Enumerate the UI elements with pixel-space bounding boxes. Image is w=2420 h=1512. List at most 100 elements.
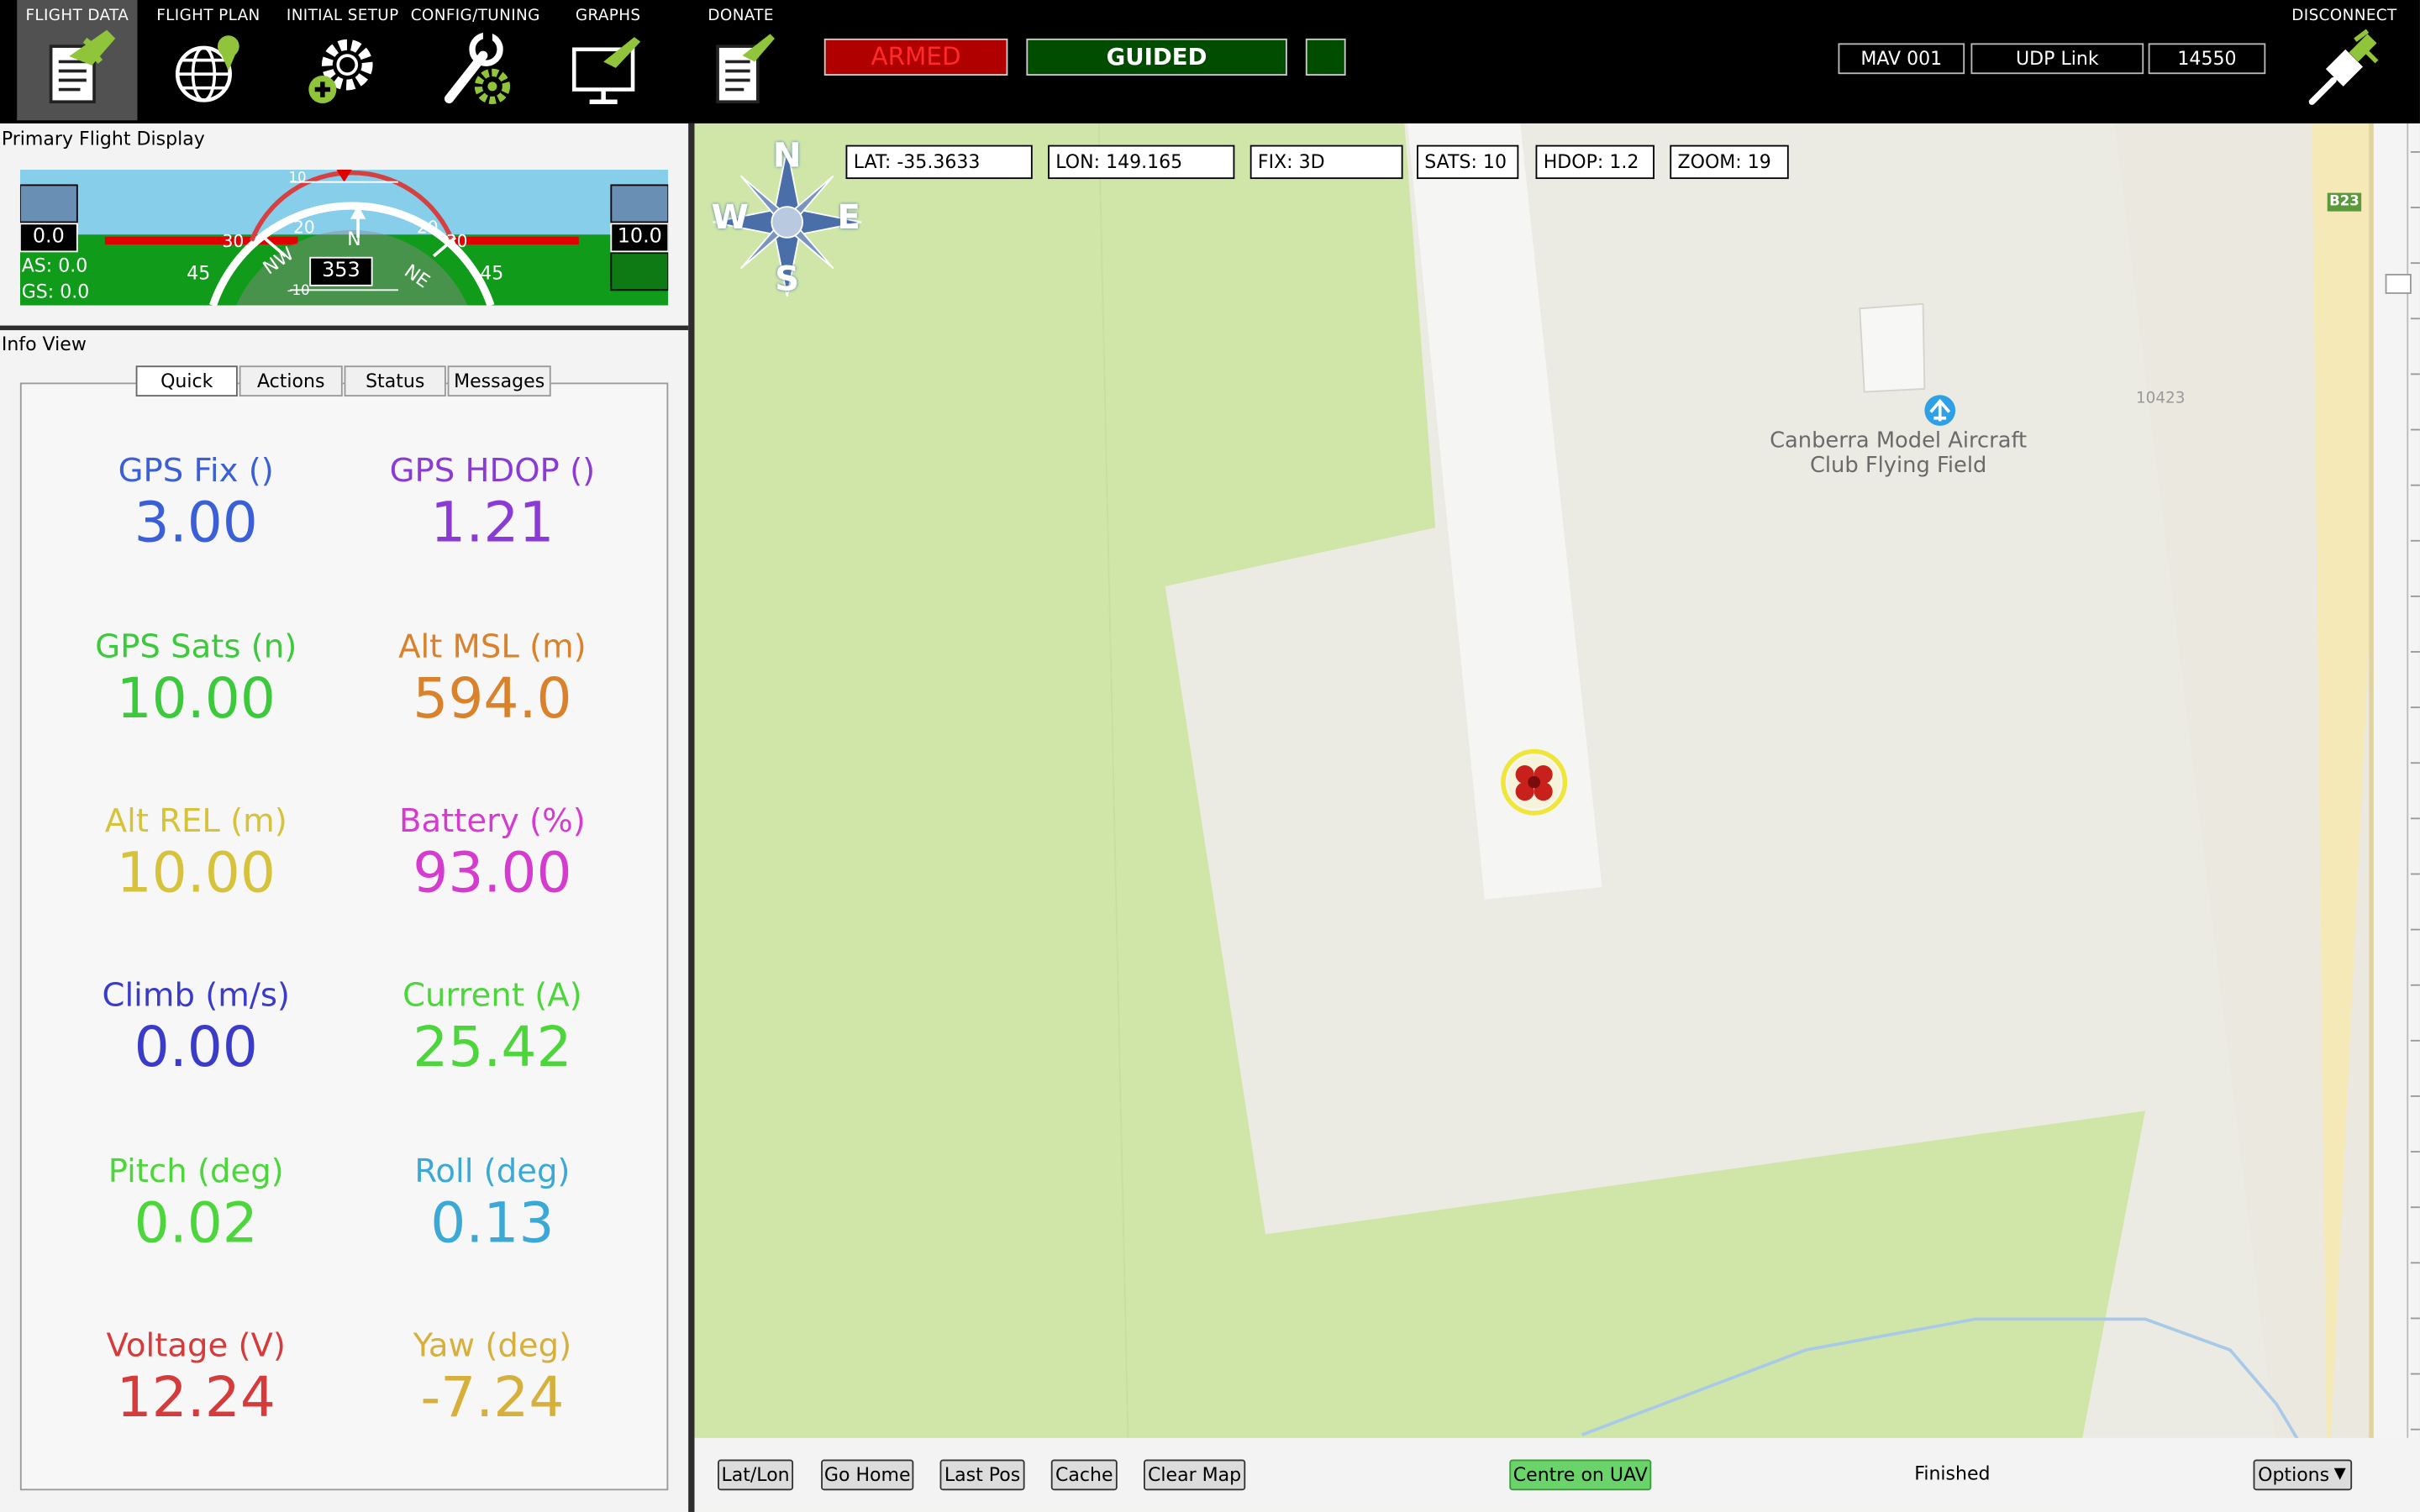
quick-label: Alt REL (m) (104, 802, 287, 840)
centre-on-uav-toggle[interactable]: Centre on UAV (1509, 1459, 1652, 1491)
graphs-icon (571, 37, 641, 104)
menu-graphs[interactable]: GRAPHS (542, 0, 675, 120)
quick-label: Alt MSL (m) (398, 627, 587, 665)
initial-setup-icon (308, 39, 373, 104)
quick-value: 25.42 (413, 1016, 572, 1080)
hud-compass-n: N (347, 228, 361, 250)
compass-w: W (711, 198, 750, 238)
options-label: Options (2258, 1464, 2330, 1486)
info-view-title: Info View (1, 333, 87, 355)
lat-readout: LAT: -35.3633 (845, 144, 1033, 180)
quick-label: Battery (%) (399, 802, 586, 840)
top-menu-bar: FLIGHT DATA FLIGHT PLAN INITIAL SETUP CO… (0, 0, 2420, 123)
hud-roll-45-left: 45 (187, 262, 211, 284)
quick-value: -7.24 (420, 1367, 565, 1431)
zoom-readout: ZOOM: 19 (1670, 144, 1789, 180)
cache-button[interactable]: Cache (1050, 1459, 1118, 1491)
extra-status-box[interactable] (1305, 38, 1346, 76)
panel-divider-vertical[interactable] (688, 123, 695, 1512)
menu-donate-label: DONATE (708, 8, 774, 25)
hud-graphic (19, 170, 669, 306)
panel-divider-horizontal[interactable] (0, 325, 689, 331)
menu-flight-plan[interactable]: FLIGHT PLAN (142, 0, 275, 120)
tab-quick[interactable]: Quick (135, 365, 238, 397)
flight-data-icon (49, 29, 116, 104)
quick-value: 10.00 (116, 842, 276, 906)
mav-select[interactable]: MAV 001 (1838, 43, 1965, 75)
menu-config-tuning[interactable]: CONFIG/TUNING (409, 0, 542, 120)
hud-heading-value: 353 (322, 259, 360, 283)
port-select[interactable]: 14550 (2148, 43, 2266, 75)
quick-label: GPS Sats (n) (95, 627, 297, 665)
menu-config-tuning-label: CONFIG/TUNING (410, 8, 540, 25)
hdop-readout: HDOP: 1.2 (1535, 144, 1655, 180)
quick-label: Yaw (deg) (413, 1326, 572, 1364)
map-place-label: Canberra Model Aircraft Club Flying Fiel… (1713, 429, 2084, 479)
quick-value: 0.02 (134, 1192, 258, 1257)
disconnect-label: DISCONNECT (2291, 8, 2397, 25)
hud-scale-20-right: 20 (416, 217, 439, 238)
tab-messages[interactable]: Messages (447, 365, 551, 397)
map-status-text: Finished (1914, 1462, 1991, 1484)
quick-value: 10.00 (116, 668, 276, 732)
plug-icon (2308, 29, 2379, 105)
quick-label: GPS Fix () (118, 452, 274, 490)
map-place-line2: Club Flying Field (1809, 453, 1987, 479)
quick-label: Pitch (deg) (108, 1152, 284, 1190)
compass-s: S (775, 260, 800, 300)
menu-flight-data[interactable]: FLIGHT DATA (17, 0, 138, 121)
menu-flight-data-label: FLIGHT DATA (25, 8, 129, 25)
menu-initial-setup[interactable]: INITIAL SETUP (276, 0, 409, 120)
quick-value: 3.00 (134, 491, 258, 556)
hud-altitude-value: 10.0 (617, 225, 662, 249)
hud-scale-30-right: 30 (445, 231, 468, 252)
quick-label: Current (A) (402, 976, 582, 1014)
flight-mode-box[interactable]: GUIDED (1026, 38, 1287, 76)
tab-actions[interactable]: Actions (239, 365, 343, 397)
map-road-marker: B23 (2329, 194, 2360, 210)
donate-icon (716, 34, 776, 104)
clear-map-button[interactable]: Clear Map (1143, 1459, 1246, 1491)
hud-scale-30-left: 30 (222, 231, 245, 252)
config-tuning-icon (444, 30, 511, 104)
hud-speed-value: 0.0 (32, 225, 65, 249)
hud-roll-45-right: 45 (480, 262, 504, 284)
compass-n: N (772, 137, 802, 176)
map-place-line1: Canberra Model Aircraft (1770, 428, 2028, 454)
quick-value: 0.00 (134, 1016, 258, 1080)
quick-value: 93.00 (413, 842, 572, 906)
quick-value: 0.13 (430, 1192, 555, 1257)
disconnect-button[interactable]: DISCONNECT (2278, 0, 2411, 120)
hud-airspeed: AS: 0.0 (21, 255, 88, 276)
quick-panel: GPS Fix () 3.00 GPS HDOP () 1.21 GPS Sat… (19, 382, 669, 1491)
map-tiles (694, 123, 2420, 1512)
quick-label: GPS HDOP () (389, 452, 596, 490)
chevron-down-icon: ▼ (2333, 1465, 2346, 1483)
flight-plan-icon (175, 35, 239, 102)
options-dropdown[interactable]: Options ▼ (2253, 1459, 2353, 1491)
sats-readout: SATS: 10 (1417, 144, 1519, 180)
quick-value: 1.21 (430, 491, 555, 556)
quick-value: 12.24 (116, 1367, 276, 1431)
hud-scale-20-left: 20 (292, 217, 315, 238)
map-parcel-number: 10423 (2135, 390, 2186, 407)
menu-donate[interactable]: DONATE (675, 0, 808, 120)
quick-label: Roll (deg) (414, 1152, 571, 1190)
quick-label: Climb (m/s) (102, 976, 290, 1014)
menu-graphs-label: GRAPHS (575, 8, 641, 25)
go-home-button[interactable]: Go Home (821, 1459, 914, 1491)
quick-label: Voltage (V) (106, 1326, 286, 1364)
link-type-select[interactable]: UDP Link (1970, 43, 2144, 75)
armed-status-box[interactable]: ARMED (823, 38, 1008, 76)
fix-readout: FIX: 3D (1249, 144, 1403, 180)
menu-initial-setup-label: INITIAL SETUP (286, 8, 399, 25)
latlon-button[interactable]: Lat/Lon (718, 1459, 794, 1491)
primary-flight-display[interactable]: 0.0 10.0 353 AS: 0.0 GS: 0.0 N NW NE 10 … (19, 170, 669, 306)
quick-value: 594.0 (413, 668, 572, 732)
last-pos-button[interactable]: Last Pos (939, 1459, 1025, 1491)
menu-flight-plan-label: FLIGHT PLAN (156, 8, 260, 25)
map-view[interactable]: N S E W Canberra Model Aircraft Club Fly… (694, 123, 2420, 1512)
hud-pitch-minus10: -10 (287, 283, 310, 300)
hud-groundspeed: GS: 0.0 (21, 281, 90, 302)
tab-status[interactable]: Status (344, 365, 446, 397)
